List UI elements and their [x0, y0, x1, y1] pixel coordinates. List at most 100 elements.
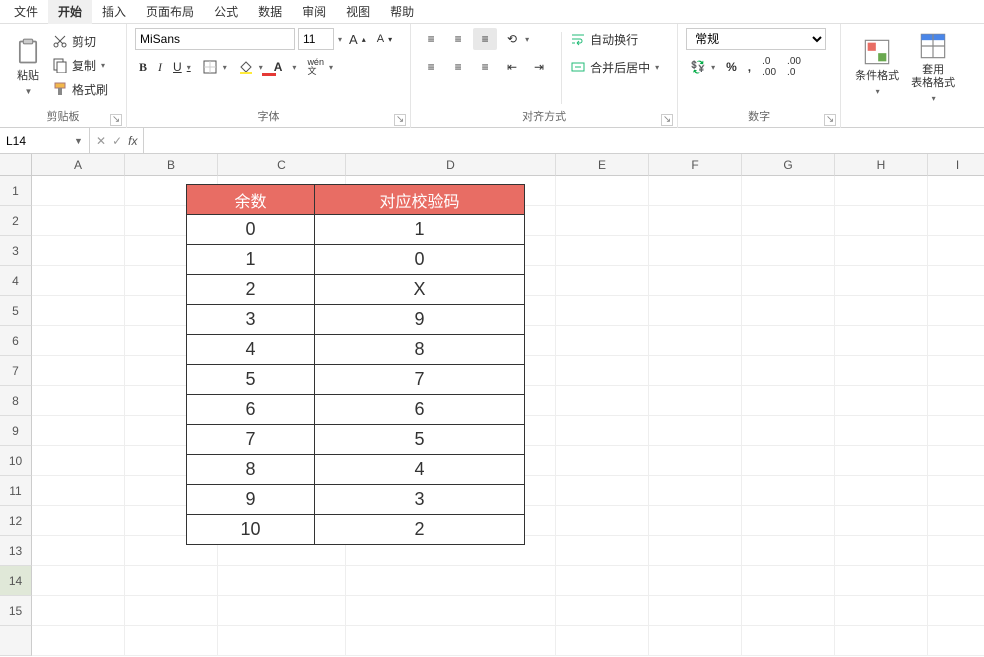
- cell[interactable]: [928, 536, 984, 566]
- menu-item-7[interactable]: 视图: [336, 0, 380, 24]
- cell[interactable]: [835, 596, 928, 626]
- cell[interactable]: [649, 596, 742, 626]
- cell[interactable]: [928, 626, 984, 656]
- cell[interactable]: [218, 626, 346, 656]
- column-header[interactable]: C: [218, 154, 346, 176]
- menu-item-6[interactable]: 审阅: [292, 0, 336, 24]
- decrease-indent-button[interactable]: ⇤: [500, 56, 524, 78]
- cell[interactable]: [556, 356, 649, 386]
- table-cell[interactable]: 3: [315, 485, 525, 515]
- row-header[interactable]: 14: [0, 566, 32, 596]
- cell[interactable]: [556, 236, 649, 266]
- cell[interactable]: [649, 356, 742, 386]
- row-header[interactable]: [0, 626, 32, 656]
- cell[interactable]: [649, 626, 742, 656]
- cell[interactable]: [649, 446, 742, 476]
- cell[interactable]: [556, 566, 649, 596]
- row-header[interactable]: 4: [0, 266, 32, 296]
- align-center-button[interactable]: ≡: [446, 56, 470, 78]
- cell[interactable]: [649, 296, 742, 326]
- cell[interactable]: [742, 536, 835, 566]
- bold-button[interactable]: B: [135, 56, 151, 78]
- menu-item-0[interactable]: 文件: [4, 0, 48, 24]
- table-cell[interactable]: 7: [187, 425, 315, 455]
- table-cell[interactable]: 8: [315, 335, 525, 365]
- cell[interactable]: [742, 596, 835, 626]
- cell[interactable]: [928, 386, 984, 416]
- cell[interactable]: [835, 626, 928, 656]
- cell[interactable]: [742, 386, 835, 416]
- cell[interactable]: [346, 596, 556, 626]
- cell[interactable]: [928, 356, 984, 386]
- cell[interactable]: [556, 296, 649, 326]
- row-header[interactable]: 6: [0, 326, 32, 356]
- table-cell[interactable]: 5: [315, 425, 525, 455]
- table-cell[interactable]: 6: [315, 395, 525, 425]
- cell[interactable]: [32, 416, 125, 446]
- cell[interactable]: [32, 536, 125, 566]
- cell[interactable]: [742, 416, 835, 446]
- cell[interactable]: [556, 266, 649, 296]
- cell[interactable]: [928, 416, 984, 446]
- dialog-launcher-icon[interactable]: ↘: [394, 114, 406, 126]
- dialog-launcher-icon[interactable]: ↘: [110, 114, 122, 126]
- cell[interactable]: [835, 476, 928, 506]
- cell[interactable]: [649, 236, 742, 266]
- column-header[interactable]: E: [556, 154, 649, 176]
- cell[interactable]: [649, 536, 742, 566]
- row-header[interactable]: 10: [0, 446, 32, 476]
- cell[interactable]: [742, 356, 835, 386]
- cell[interactable]: [32, 206, 125, 236]
- cell[interactable]: [835, 386, 928, 416]
- cell[interactable]: [32, 176, 125, 206]
- accept-formula-button[interactable]: ✓: [112, 134, 122, 148]
- table-cell[interactable]: 2: [315, 515, 525, 545]
- cell[interactable]: [742, 626, 835, 656]
- cell[interactable]: [928, 296, 984, 326]
- column-header[interactable]: G: [742, 154, 835, 176]
- cell[interactable]: [32, 596, 125, 626]
- cell[interactable]: [928, 446, 984, 476]
- column-header[interactable]: D: [346, 154, 556, 176]
- cell[interactable]: [835, 506, 928, 536]
- chevron-down-icon[interactable]: ▼: [70, 136, 87, 146]
- column-header[interactable]: H: [835, 154, 928, 176]
- select-all-corner[interactable]: [0, 154, 32, 176]
- increase-font-button[interactable]: A▴: [345, 28, 370, 50]
- number-format-combo[interactable]: 常规: [686, 28, 826, 50]
- cell[interactable]: [125, 596, 218, 626]
- cell[interactable]: [742, 206, 835, 236]
- orientation-button[interactable]: ⟲▾: [500, 28, 533, 50]
- row-header[interactable]: 1: [0, 176, 32, 206]
- cell[interactable]: [649, 206, 742, 236]
- row-header[interactable]: 9: [0, 416, 32, 446]
- cell[interactable]: [556, 416, 649, 446]
- cell[interactable]: [32, 506, 125, 536]
- table-cell[interactable]: 2: [187, 275, 315, 305]
- cell[interactable]: [928, 266, 984, 296]
- cell[interactable]: [32, 476, 125, 506]
- cell[interactable]: [835, 536, 928, 566]
- cell[interactable]: [649, 506, 742, 536]
- table-cell[interactable]: 7: [315, 365, 525, 395]
- cell[interactable]: [835, 206, 928, 236]
- table-header-cell[interactable]: 对应校验码: [315, 185, 525, 215]
- cell[interactable]: [742, 236, 835, 266]
- cell[interactable]: [556, 386, 649, 416]
- cell[interactable]: [742, 176, 835, 206]
- comma-button[interactable]: ,: [744, 56, 755, 78]
- cell[interactable]: [835, 326, 928, 356]
- cell[interactable]: [742, 446, 835, 476]
- cell[interactable]: [928, 566, 984, 596]
- paste-button[interactable]: 粘贴 ▼: [8, 28, 48, 106]
- cell[interactable]: [556, 596, 649, 626]
- cell[interactable]: [556, 176, 649, 206]
- table-cell[interactable]: 9: [187, 485, 315, 515]
- cell[interactable]: [218, 596, 346, 626]
- cell[interactable]: [928, 596, 984, 626]
- dialog-launcher-icon[interactable]: ↘: [661, 114, 673, 126]
- cell[interactable]: [556, 446, 649, 476]
- fx-button[interactable]: fx: [128, 134, 137, 148]
- column-header[interactable]: F: [649, 154, 742, 176]
- cell[interactable]: [649, 176, 742, 206]
